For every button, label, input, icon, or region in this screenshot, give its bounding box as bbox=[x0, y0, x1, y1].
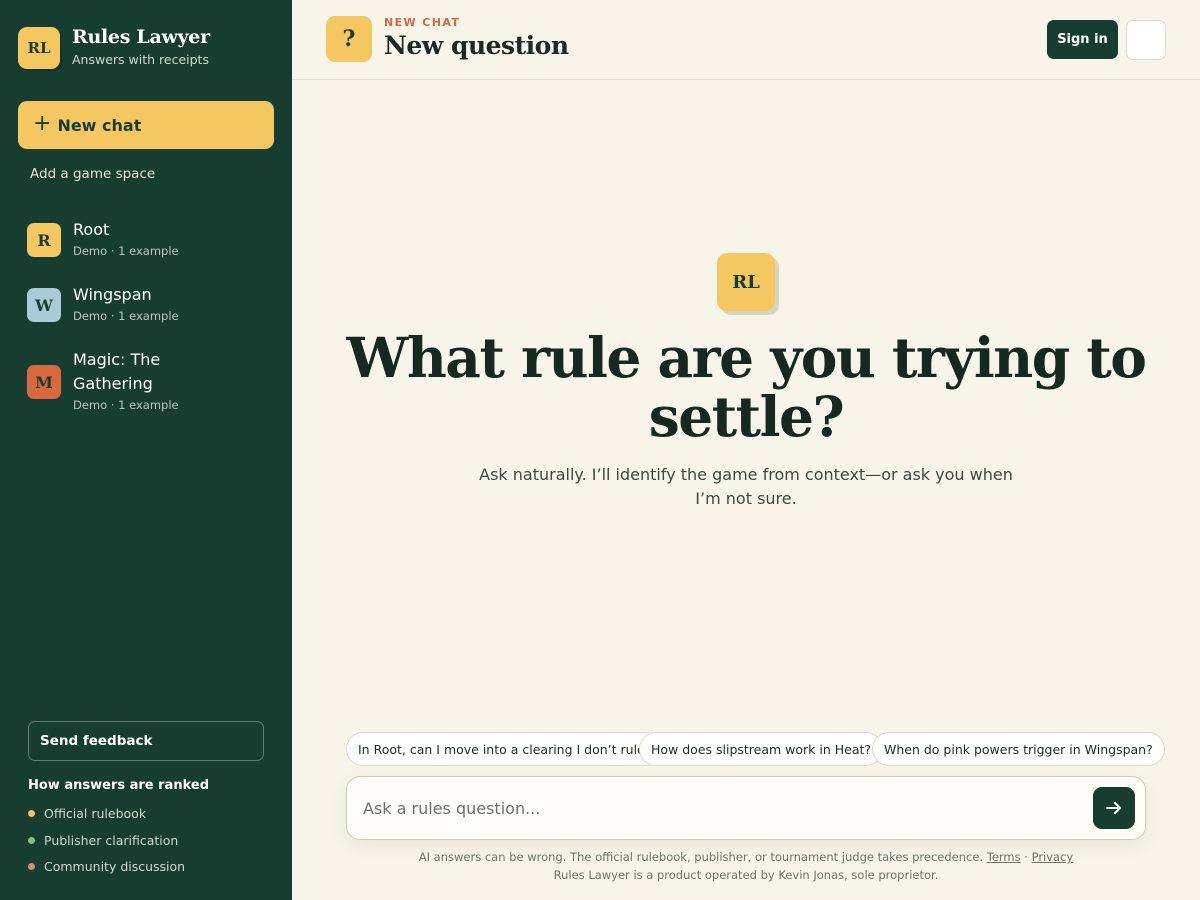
disclaimer: AI answers can be wrong. The official ru… bbox=[346, 848, 1146, 884]
game-name: Root bbox=[73, 220, 110, 239]
hero-subtitle: Ask naturally. I’ll identify the game fr… bbox=[479, 465, 1013, 508]
dot-icon bbox=[28, 863, 35, 870]
operator-text: Rules Lawyer is a product operated by Ke… bbox=[553, 868, 939, 882]
privacy-link[interactable]: Privacy bbox=[1032, 850, 1074, 864]
game-name: Wingspan bbox=[73, 285, 152, 304]
brand-subtitle: Answers with receipts bbox=[72, 52, 209, 67]
plus-icon: + bbox=[33, 111, 52, 136]
question-icon: ? bbox=[326, 16, 372, 62]
sign-in-button[interactable]: Sign in bbox=[1047, 20, 1118, 59]
add-game-space-link[interactable]: Add a game space bbox=[30, 166, 155, 182]
send-feedback-button[interactable]: Send feedback bbox=[28, 721, 264, 761]
rank-label: Official rulebook bbox=[44, 806, 147, 821]
suggestion-chip-root[interactable]: In Root, can I move into a clearing I do… bbox=[346, 732, 664, 766]
sidebar-item-magic[interactable]: M Magic: The Gathering Demo · 1 example bbox=[27, 348, 193, 412]
page-title: New question bbox=[384, 31, 569, 60]
menu-button[interactable] bbox=[1126, 20, 1166, 60]
rank-item-official: Official rulebook bbox=[28, 806, 146, 821]
dot-icon bbox=[28, 837, 35, 844]
game-badge: M bbox=[27, 365, 61, 399]
rank-item-community: Community discussion bbox=[28, 859, 185, 874]
game-badge: W bbox=[27, 288, 61, 322]
brand[interactable]: RL Rules Lawyer Answers with receipts bbox=[18, 26, 210, 69]
send-button[interactable] bbox=[1093, 787, 1135, 829]
dot-icon bbox=[28, 810, 35, 817]
game-meta: Demo · 1 example bbox=[73, 398, 179, 412]
rank-label: Community discussion bbox=[44, 859, 186, 874]
disclaimer-text: AI answers can be wrong. The official ru… bbox=[418, 850, 984, 864]
separator: · bbox=[1024, 850, 1028, 864]
suggestion-chip-wingspan[interactable]: When do pink powers trigger in Wingspan? bbox=[872, 732, 1165, 766]
sidebar-item-wingspan[interactable]: W Wingspan Demo · 1 example bbox=[27, 285, 223, 323]
game-meta: Demo · 1 example bbox=[73, 244, 179, 258]
composer bbox=[346, 776, 1146, 840]
ranking-title: How answers are ranked bbox=[28, 778, 209, 793]
game-text: Root Demo · 1 example bbox=[73, 218, 223, 258]
brand-logo: RL bbox=[18, 27, 60, 69]
hero-logo: RL bbox=[717, 253, 775, 311]
new-chat-button[interactable]: + New chat bbox=[18, 101, 274, 149]
sidebar: RL Rules Lawyer Answers with receipts + … bbox=[0, 0, 292, 900]
header-kicker: NEW CHAT bbox=[384, 16, 461, 29]
game-badge: R bbox=[27, 223, 61, 257]
game-name: Magic: The Gathering bbox=[73, 350, 161, 393]
game-text: Magic: The Gathering Demo · 1 example bbox=[73, 348, 193, 412]
question-input[interactable] bbox=[363, 777, 1083, 839]
rank-label: Publisher clarification bbox=[44, 833, 179, 848]
brand-title: Rules Lawyer bbox=[72, 26, 210, 48]
game-text: Wingspan Demo · 1 example bbox=[73, 283, 223, 323]
terms-link[interactable]: Terms bbox=[987, 850, 1021, 864]
rank-item-publisher: Publisher clarification bbox=[28, 833, 178, 848]
disclaimer-line: AI answers can be wrong. The official ru… bbox=[346, 848, 1146, 866]
hero-title: What rule are you trying to settle? bbox=[346, 325, 1147, 449]
new-chat-label: New chat bbox=[57, 115, 142, 135]
game-meta: Demo · 1 example bbox=[73, 309, 179, 323]
arrow-right-icon bbox=[1106, 802, 1121, 814]
chat-header: ? NEW CHAT New question Sign in bbox=[292, 0, 1200, 80]
suggestion-chip-heat[interactable]: How does slipstream work in Heat? bbox=[639, 732, 884, 766]
brand-text: Rules Lawyer Answers with receipts bbox=[72, 26, 210, 67]
sidebar-item-root[interactable]: R Root Demo · 1 example bbox=[27, 220, 223, 258]
